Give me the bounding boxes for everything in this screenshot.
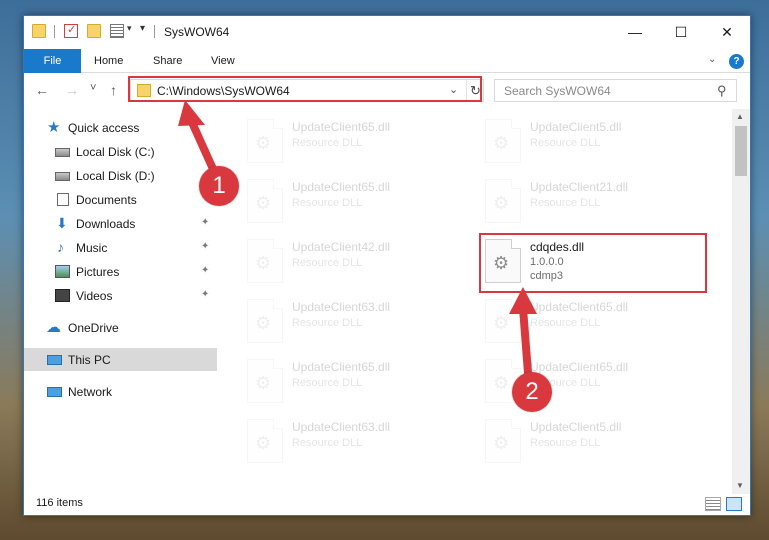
annotation-arrows bbox=[178, 100, 537, 377]
arrow-2-shaft bbox=[519, 304, 532, 377]
step-marker-1: 1 bbox=[199, 166, 239, 206]
step-marker-2: 2 bbox=[512, 372, 552, 412]
